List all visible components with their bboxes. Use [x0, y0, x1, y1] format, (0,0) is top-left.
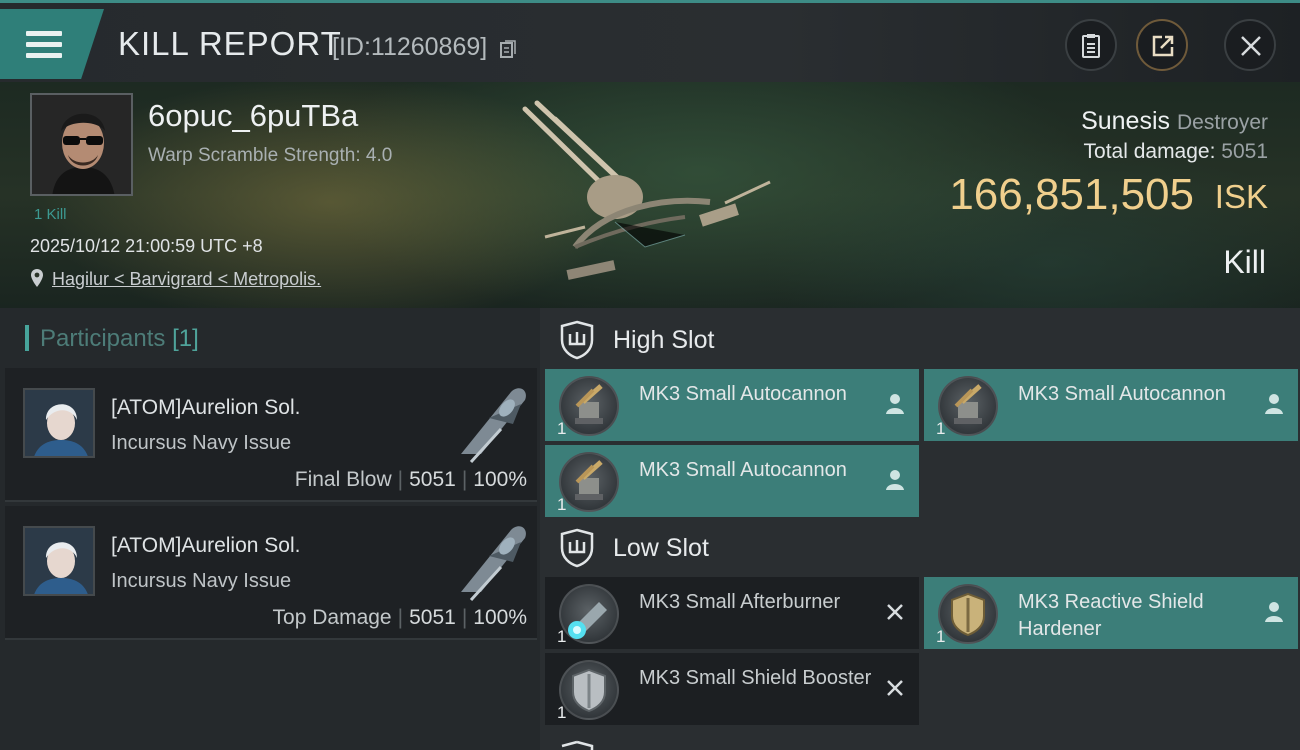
total-damage-value: 5051	[1221, 140, 1268, 163]
person-icon	[1265, 602, 1283, 622]
hamburger-icon	[26, 31, 62, 36]
module-quantity: 1	[936, 627, 946, 646]
share-button[interactable]	[1136, 19, 1188, 71]
victim-pilot-name[interactable]: 6opuc_6puTBa	[148, 98, 358, 134]
module-slot[interactable]: 1 MK3 Small Autocannon	[545, 445, 919, 517]
shield-slot-icon	[560, 528, 594, 568]
module-name: MK3 Small Autocannon	[639, 459, 847, 481]
module-name: MK3 Small Autocannon	[639, 383, 847, 405]
report-id: [ID:11260869]	[332, 33, 488, 61]
person-icon	[886, 470, 904, 490]
victim-ship-class: Destroyer	[1176, 111, 1268, 134]
participant-damage: 5051	[409, 606, 456, 629]
module-name: MK3 Small Shield Booster	[639, 667, 872, 689]
victim-ship-image	[522, 100, 771, 280]
victim-avatar[interactable]	[30, 93, 133, 196]
module-quantity: 1	[557, 703, 567, 722]
isk-unit: ISK	[1214, 178, 1268, 215]
top-bar: KILL REPORT [ID:11260869]	[0, 0, 1300, 82]
kill-result: Kill	[1223, 244, 1266, 280]
x-mark-icon	[887, 604, 903, 620]
participant-damage: 5051	[409, 468, 456, 491]
participant-ship: Incursus Navy Issue	[111, 570, 292, 592]
participant-percent: 100%	[473, 606, 527, 629]
fitting-panel: High Slot 1 MK3 Small Autocannon 1 MK3 S…	[540, 308, 1300, 750]
kill-count: 1 Kill	[34, 206, 67, 223]
x-mark-icon	[887, 680, 903, 696]
participants-header: Participants [1]	[0, 308, 540, 366]
participant-ship-image	[461, 526, 526, 602]
victim-banner: 6opuc_6puTBa Warp Scramble Strength: 4.0…	[0, 82, 1300, 308]
participants-count: [1]	[172, 325, 199, 352]
module-quantity: 1	[557, 419, 567, 438]
participant-row[interactable]: [ATOM]Aurelion Sol. Incursus Navy Issue …	[5, 368, 537, 502]
hamburger-icon-bar	[26, 53, 62, 58]
participant-blow-label: Final Blow	[294, 468, 392, 491]
separator: |	[397, 468, 404, 491]
menu-button[interactable]	[0, 9, 104, 79]
high-slot-label: High Slot	[613, 326, 715, 354]
module-name: MK3 Small Autocannon	[1018, 383, 1226, 405]
victim-ship: Sunesis Destroyer	[1081, 107, 1268, 136]
isk-value: 166,851,505	[949, 170, 1194, 219]
total-damage-label: Total damage:	[1083, 140, 1216, 163]
clipboard-button[interactable]	[1065, 19, 1117, 71]
location-pin-icon	[31, 269, 43, 287]
total-damage: Total damage: 5051	[1084, 140, 1268, 164]
low-slot-label: Low Slot	[613, 534, 709, 562]
shield-hardener-icon	[938, 584, 998, 644]
participant-stats: Top Damage | 5051 | 100%	[273, 606, 527, 630]
copy-icon[interactable]	[500, 40, 516, 58]
module-quantity: 1	[557, 495, 567, 514]
module-name: MK3 Reactive Shield Hardener	[1018, 591, 1204, 640]
kill-location-link[interactable]: Hagilur < Barvigrard < Metropolis.	[52, 269, 321, 290]
participant-blow-label: Top Damage	[272, 606, 392, 629]
hamburger-icon-bar	[26, 42, 62, 47]
kill-datetime: 2025/10/12 21:00:59 UTC +8	[30, 236, 263, 256]
participants-title-label: Participants	[40, 325, 166, 352]
participants-title: Participants [1]	[40, 325, 199, 353]
page-title: KILL REPORT	[118, 25, 342, 62]
victim-ship-name[interactable]: Sunesis	[1081, 107, 1170, 135]
participant-percent: 100%	[473, 468, 527, 491]
participant-avatar[interactable]	[23, 388, 95, 458]
shield-booster-icon	[559, 660, 619, 720]
header-accent	[25, 325, 29, 351]
separator: |	[397, 606, 404, 629]
share-icon	[1152, 35, 1174, 57]
module-name: MK3 Small Afterburner	[639, 591, 841, 613]
autocannon-icon	[938, 376, 998, 436]
module-quantity: 1	[936, 419, 946, 438]
participant-ship: Incursus Navy Issue	[111, 432, 292, 454]
module-slot[interactable]: 1 MK3 Small Autocannon	[924, 369, 1298, 441]
module-quantity: 1	[557, 627, 567, 646]
separator: |	[461, 606, 468, 629]
separator: |	[461, 468, 468, 491]
next-slot-header-partial	[560, 740, 594, 750]
autocannon-icon	[559, 452, 619, 512]
participant-avatar[interactable]	[23, 526, 95, 596]
shield-slot-icon	[560, 320, 594, 360]
participants-panel: Participants [1] [ATOM]Aurelion Sol. Inc…	[0, 308, 540, 750]
participant-row[interactable]: [ATOM]Aurelion Sol. Incursus Navy Issue …	[5, 506, 537, 640]
person-icon	[1265, 394, 1283, 414]
module-slot[interactable]: 1 MK3 Small Afterburner	[545, 577, 919, 649]
module-slot[interactable]: 1 MK3 Small Autocannon	[545, 369, 919, 441]
participant-ship-image	[461, 388, 526, 464]
person-icon	[886, 394, 904, 414]
autocannon-icon	[559, 376, 619, 436]
close-icon	[1241, 36, 1261, 56]
participant-name[interactable]: [ATOM]Aurelion Sol.	[111, 534, 300, 558]
afterburner-icon	[559, 584, 619, 644]
participant-stats: Final Blow | 5051 | 100%	[295, 468, 527, 492]
participant-name[interactable]: [ATOM]Aurelion Sol.	[111, 396, 300, 420]
module-slot[interactable]: 1 MK3 Small Shield Booster	[545, 653, 919, 725]
warp-scramble-strength: Warp Scramble Strength: 4.0	[148, 145, 393, 166]
close-button[interactable]	[1224, 19, 1276, 71]
module-slot[interactable]: 1 MK3 Reactive Shield Hardener	[924, 577, 1298, 649]
clipboard-icon	[1082, 34, 1100, 58]
